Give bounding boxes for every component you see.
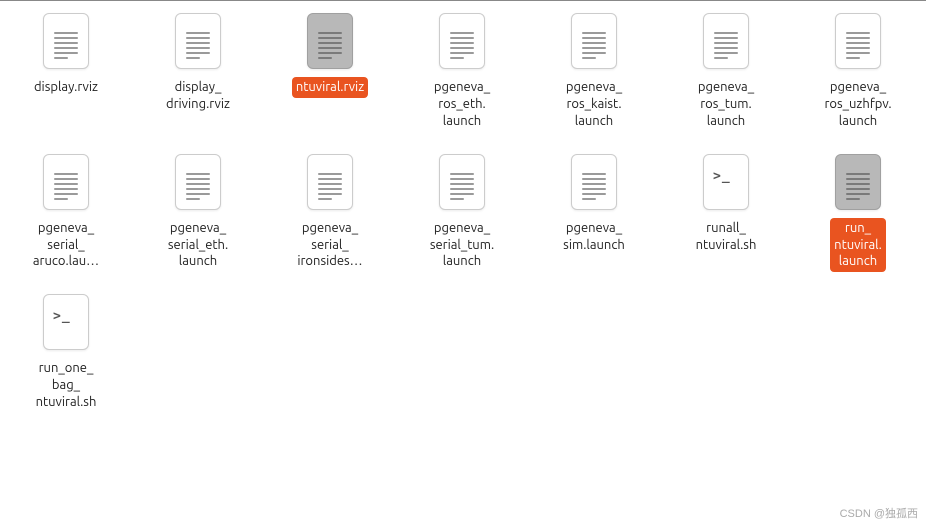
file-item[interactable]: display.rviz bbox=[0, 11, 132, 132]
text-file-icon bbox=[172, 11, 224, 71]
file-item[interactable]: pgeneva_serial_aruco.lau… bbox=[0, 152, 132, 273]
file-label: pgeneva_ros_eth.launch bbox=[430, 77, 494, 132]
text-file-icon bbox=[40, 11, 92, 71]
file-item[interactable]: run_ntuviral.launch bbox=[792, 152, 924, 273]
file-label: pgeneva_ros_kaist.launch bbox=[562, 77, 626, 132]
file-item[interactable]: pgeneva_sim.launch bbox=[528, 152, 660, 273]
file-item[interactable]: pgeneva_ros_uzhfpv.launch bbox=[792, 11, 924, 132]
file-label: pgeneva_ros_tum.launch bbox=[694, 77, 758, 132]
text-file-icon bbox=[304, 152, 356, 212]
text-file-icon bbox=[40, 152, 92, 212]
text-file-icon bbox=[436, 11, 488, 71]
text-file-icon bbox=[436, 152, 488, 212]
file-label: run_ntuviral.launch bbox=[830, 218, 886, 273]
file-label: runall_ntuviral.sh bbox=[692, 218, 761, 256]
file-label: ntuviral.rviz bbox=[292, 77, 368, 98]
text-file-icon bbox=[832, 11, 884, 71]
file-label: pgeneva_serial_eth.launch bbox=[164, 218, 232, 273]
text-file-icon bbox=[304, 11, 356, 71]
file-label: pgeneva_serial_aruco.lau… bbox=[29, 218, 103, 273]
file-item[interactable]: >_ run_one_bag_ntuviral.sh bbox=[0, 292, 132, 413]
file-item[interactable]: >_ runall_ntuviral.sh bbox=[660, 152, 792, 273]
file-item[interactable]: pgeneva_serial_eth.launch bbox=[132, 152, 264, 273]
file-item[interactable]: pgeneva_ros_eth.launch bbox=[396, 11, 528, 132]
file-grid: display.rviz display_driving.rviz ntuviral… bbox=[0, 1, 926, 433]
text-file-icon bbox=[700, 11, 752, 71]
file-label: run_one_bag_ntuviral.sh bbox=[32, 358, 101, 413]
text-file-icon bbox=[832, 152, 884, 212]
file-label: pgeneva_serial_tum.launch bbox=[426, 218, 498, 273]
file-label: pgeneva_sim.launch bbox=[559, 218, 629, 256]
file-item[interactable]: pgeneva_serial_tum.launch bbox=[396, 152, 528, 273]
prompt-glyph: >_ bbox=[713, 169, 731, 184]
file-item[interactable]: ntuviral.rviz bbox=[264, 11, 396, 132]
watermark-text: CSDN @独孤西 bbox=[840, 505, 918, 521]
shell-script-icon: >_ bbox=[40, 292, 92, 352]
file-item[interactable]: pgeneva_serial_ironsides… bbox=[264, 152, 396, 273]
file-item[interactable]: pgeneva_ros_kaist.launch bbox=[528, 11, 660, 132]
shell-script-icon: >_ bbox=[700, 152, 752, 212]
file-item[interactable]: display_driving.rviz bbox=[132, 11, 264, 132]
text-file-icon bbox=[568, 152, 620, 212]
text-file-icon bbox=[172, 152, 224, 212]
file-label: pgeneva_serial_ironsides… bbox=[293, 218, 366, 273]
text-file-icon bbox=[568, 11, 620, 71]
file-label: display_driving.rviz bbox=[162, 77, 234, 115]
prompt-glyph: >_ bbox=[53, 309, 71, 324]
file-label: display.rviz bbox=[30, 77, 102, 98]
file-label: pgeneva_ros_uzhfpv.launch bbox=[820, 77, 895, 132]
file-item[interactable]: pgeneva_ros_tum.launch bbox=[660, 11, 792, 132]
